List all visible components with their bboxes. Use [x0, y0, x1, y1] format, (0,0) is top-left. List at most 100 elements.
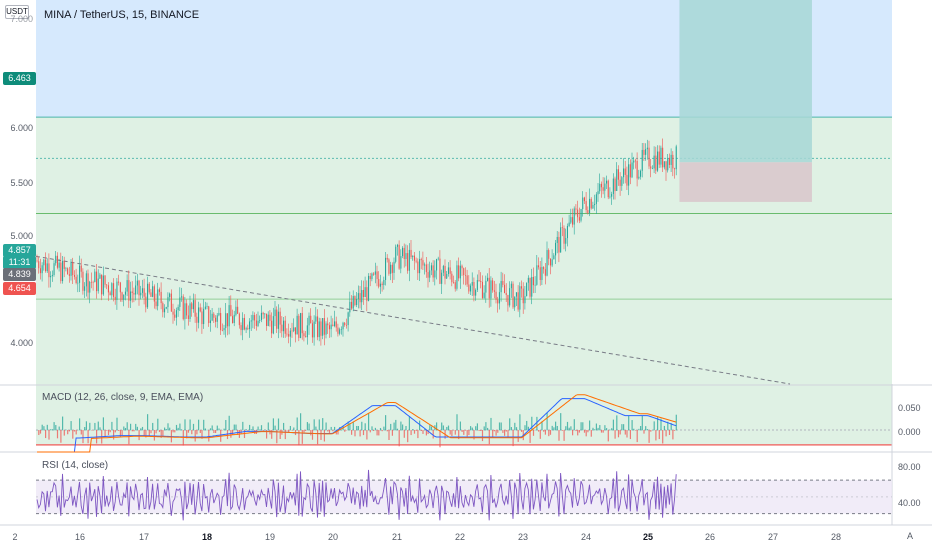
- macd-bar: [136, 426, 138, 431]
- macd-bar: [124, 427, 127, 431]
- macd-bar: [67, 430, 69, 435]
- rsi-label[interactable]: RSI (14, close): [42, 460, 108, 472]
- candle-body: [203, 308, 205, 325]
- macd-bar: [218, 428, 220, 431]
- time-label: 21: [391, 532, 403, 542]
- candle-body: [592, 205, 594, 209]
- candle-body: [555, 242, 557, 256]
- macd-bar: [50, 429, 52, 431]
- candle-body: [298, 315, 300, 338]
- candle-body: [164, 308, 166, 313]
- macd-bar: [617, 430, 620, 438]
- candle-body: [561, 227, 563, 229]
- candle-body: [169, 293, 171, 298]
- macd-bar: [454, 430, 456, 435]
- macd-bar: [313, 419, 315, 431]
- price-tick: 4.000: [10, 338, 33, 348]
- candle-body: [403, 247, 405, 260]
- macd-bar: [260, 425, 263, 431]
- macd-bar: [633, 428, 635, 431]
- candle-body: [476, 280, 478, 290]
- candle-body: [362, 290, 364, 298]
- macd-label[interactable]: MACD (12, 26, close, 9, EMA, EMA): [42, 392, 203, 404]
- candle-body: [90, 281, 92, 283]
- macd-bar: [147, 414, 149, 431]
- main-price-pane[interactable]: [0, 0, 932, 550]
- time-label: 2: [12, 532, 18, 542]
- macd-bar: [376, 430, 378, 436]
- macd-bar: [189, 419, 191, 431]
- macd-bar: [179, 423, 181, 431]
- candle-body: [599, 183, 601, 192]
- candle-body: [68, 274, 70, 276]
- macd-bar: [361, 421, 363, 431]
- candle-body: [541, 267, 543, 280]
- macd-bar: [373, 430, 375, 432]
- candle-body: [172, 311, 174, 315]
- macd-bar: [544, 430, 546, 435]
- candle-body: [420, 259, 422, 261]
- candle-body: [272, 316, 274, 334]
- candle-body: [109, 292, 111, 296]
- macd-bar: [385, 415, 387, 431]
- macd-bar: [578, 430, 580, 433]
- candle-body: [279, 311, 281, 325]
- macd-bar: [558, 430, 560, 441]
- macd-bar: [250, 429, 252, 431]
- candle-body: [634, 160, 636, 162]
- macd-bar: [519, 414, 521, 431]
- macd-bar: [80, 430, 82, 435]
- macd-bar: [468, 430, 470, 435]
- macd-bar: [133, 430, 135, 432]
- macd-bar: [364, 423, 366, 431]
- price-tick: 5.500: [10, 178, 33, 188]
- candle-body: [410, 249, 412, 258]
- candle-body: [543, 267, 545, 270]
- macd-bar: [481, 430, 484, 442]
- candle-body: [46, 263, 48, 272]
- macd-bar: [655, 430, 657, 441]
- candle-body: [361, 290, 363, 303]
- symbol-title[interactable]: MINA / TetherUS, 15, BINANCE: [44, 8, 199, 22]
- macd-bar: [62, 416, 64, 431]
- candle-body: [617, 169, 619, 180]
- candle-body: [529, 277, 531, 297]
- auto-scale-button[interactable]: A: [907, 531, 913, 541]
- candle-body: [551, 259, 553, 266]
- macd-bar: [570, 426, 572, 431]
- macd-bar: [63, 430, 65, 436]
- macd-bar: [461, 430, 463, 432]
- macd-bar: [317, 430, 319, 445]
- candle-body: [208, 306, 210, 324]
- candle-body: [522, 288, 524, 304]
- macd-bar: [674, 430, 676, 431]
- candle-body: [230, 305, 232, 317]
- macd-bar: [478, 430, 480, 431]
- macd-bar: [621, 424, 623, 431]
- candle-body: [41, 265, 43, 274]
- candle-body: [674, 168, 676, 170]
- candle-body: [174, 314, 176, 318]
- rsi-band: [36, 480, 892, 514]
- candle-body: [111, 283, 113, 296]
- macd-bar: [543, 430, 545, 432]
- candle-body: [63, 261, 65, 269]
- candle-body: [662, 147, 664, 168]
- candle-body: [595, 194, 597, 204]
- macd-bar: [403, 430, 405, 438]
- macd-bar: [99, 427, 101, 431]
- candle-body: [257, 320, 259, 326]
- macd-bar: [560, 413, 562, 431]
- candle-body: [600, 183, 602, 188]
- macd-bar: [439, 430, 441, 448]
- macd-bar: [46, 424, 48, 431]
- macd-bar: [174, 430, 176, 433]
- macd-bar: [123, 426, 125, 431]
- chart-root[interactable]: USDT MINA / TetherUS, 15, BINANCE 7.000 …: [0, 0, 932, 550]
- entry-price-badge: 4.839: [3, 268, 36, 281]
- macd-bar: [322, 418, 324, 431]
- macd-bar: [277, 418, 280, 431]
- candle-body: [570, 217, 572, 223]
- macd-bar: [289, 425, 291, 431]
- candle-body: [147, 283, 149, 308]
